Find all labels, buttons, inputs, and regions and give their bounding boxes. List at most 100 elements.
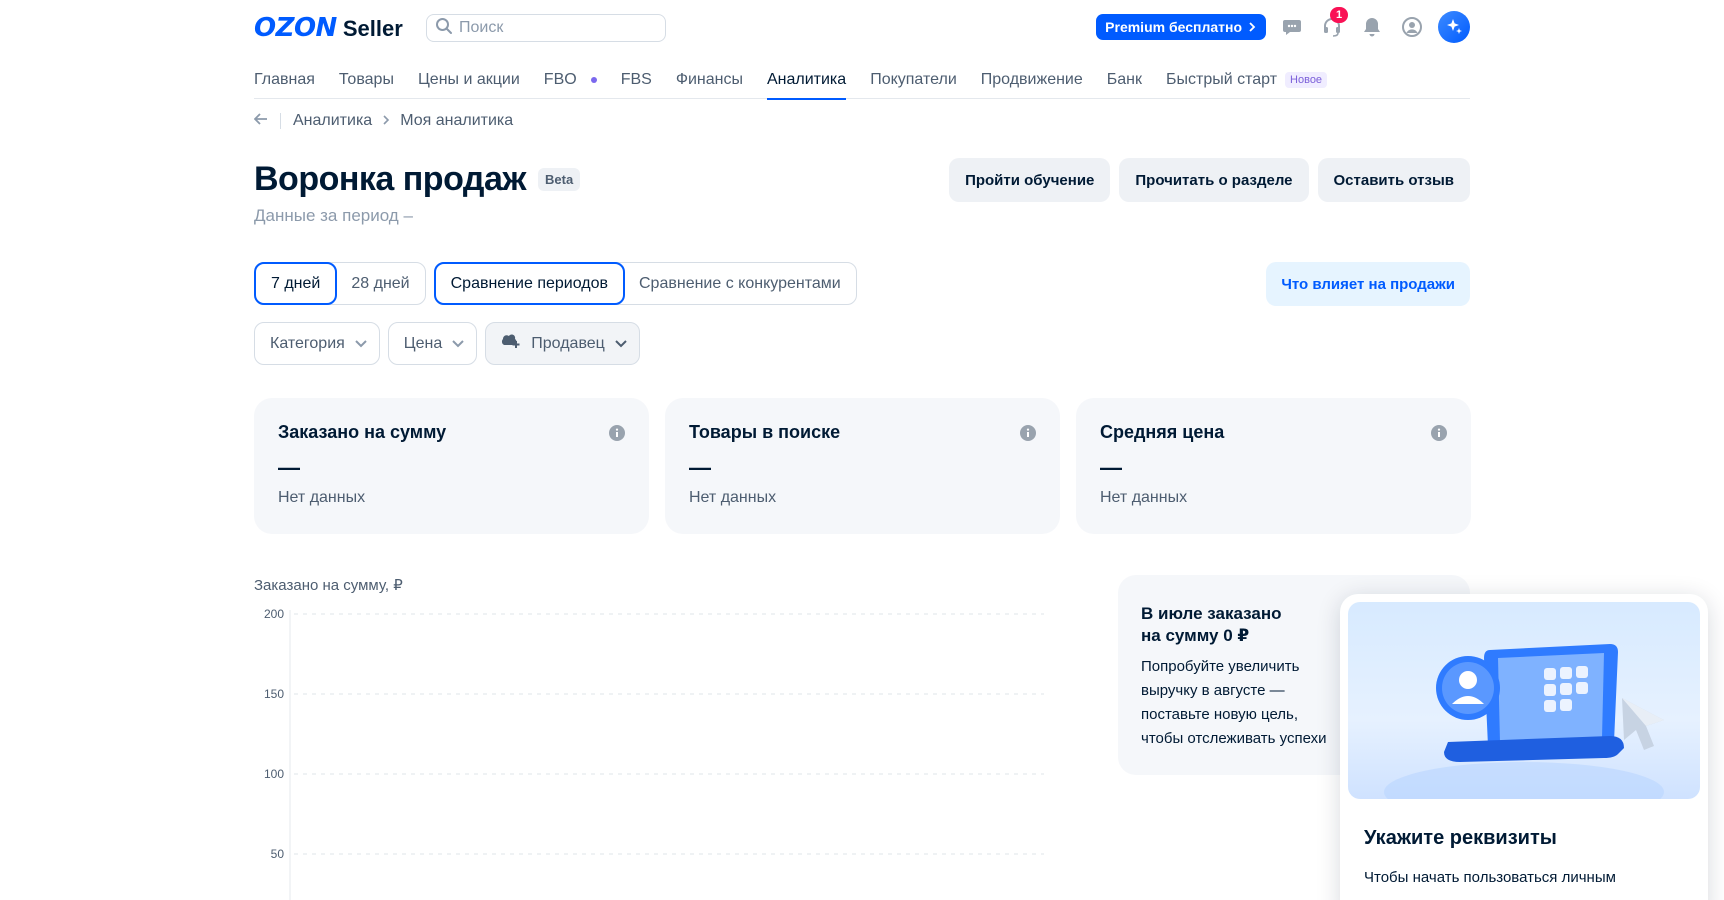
back-arrow-icon[interactable] <box>253 112 268 130</box>
seller-filter[interactable]: Продавец <box>485 322 640 365</box>
nav-finance[interactable]: Финансы <box>676 60 743 99</box>
sales-influence-button[interactable]: Что влияет на продажи <box>1266 262 1470 306</box>
kpi-card-items-in-search: Товары в поиске — Нет данных <box>665 398 1060 534</box>
chevron-right-icon <box>382 112 390 130</box>
nav-label: Покупатели <box>870 70 957 88</box>
read-about-button[interactable]: Прочитать о разделе <box>1119 158 1309 202</box>
support-headset-icon[interactable]: 1 <box>1318 7 1348 41</box>
y-tick-label: 200 <box>264 607 284 621</box>
training-button[interactable]: Пройти обучение <box>949 158 1111 202</box>
y-tick-label: 50 <box>271 847 285 861</box>
compare-competitors[interactable]: Сравнение с конкурентами <box>624 263 856 304</box>
promo-title: В июле заказано на сумму 0 ₽ <box>1141 604 1282 645</box>
category-filter[interactable]: Категория <box>254 322 380 365</box>
nav-fbo[interactable]: FBO <box>544 60 597 99</box>
page-subtitle: Данные за период – <box>254 206 413 225</box>
y-tick-label: 150 <box>264 687 284 701</box>
breadcrumb-my-analytics: Моя аналитика <box>400 112 514 129</box>
card-value: — <box>1100 455 1122 480</box>
nav-label: FBS <box>620 70 652 88</box>
premium-button[interactable]: Premium бесплатно <box>1096 14 1266 40</box>
nav-label: Банк <box>1106 70 1142 88</box>
breadcrumb-analytics[interactable]: Аналитика <box>293 112 372 130</box>
page-title: Воронка продаж <box>254 160 527 198</box>
notification-badge: 1 <box>1330 7 1348 23</box>
nav-label: Продвижение <box>980 70 1083 88</box>
filter-label: Продавец <box>531 334 605 352</box>
chevron-down-icon <box>452 335 464 353</box>
card-title: Заказано на сумму <box>278 422 447 442</box>
price-filter[interactable]: Цена <box>387 322 478 365</box>
breadcrumb-divider <box>280 113 281 129</box>
nav-label: FBO <box>543 70 577 88</box>
card-value: — <box>278 455 300 480</box>
kpi-card-ordered-sum: Заказано на сумму — Нет данных <box>254 398 649 534</box>
logo-product: Seller <box>342 16 403 41</box>
nav-bank[interactable]: Банк <box>1107 60 1142 99</box>
search-box[interactable] <box>426 14 666 42</box>
feedback-button[interactable]: Оставить отзыв <box>1317 158 1470 202</box>
period-7-days[interactable]: 7 дней <box>254 262 338 305</box>
nav-label: Финансы <box>675 70 743 88</box>
card-title: Товары в поиске <box>689 422 841 442</box>
page-actions: Пройти обучение Прочитать о разделе Оста… <box>949 158 1470 202</box>
y-tick-label: 100 <box>264 767 284 781</box>
info-icon[interactable] <box>1020 425 1036 446</box>
card-subtitle: Нет данных <box>689 489 777 506</box>
promo-text: Попробуйте увеличить выручку в августе —… <box>1141 658 1327 747</box>
search-icon <box>435 17 453 40</box>
card-value: — <box>689 455 711 480</box>
info-icon[interactable] <box>609 425 625 446</box>
main-nav: Главная Товары Цены и акции FBO FBS Фина… <box>254 60 1470 100</box>
profile-icon[interactable] <box>1398 13 1426 41</box>
popup-text: Чтобы начать пользоваться личным <box>1364 869 1616 886</box>
laptop-illustration <box>1348 602 1700 799</box>
nav-label: Главная <box>254 70 315 88</box>
chart-y-label: Заказано на сумму, ₽ <box>254 577 403 594</box>
chevron-right-icon <box>1248 19 1256 35</box>
nav-label: Цены и акции <box>417 70 520 88</box>
nav-products[interactable]: Товары <box>339 60 394 99</box>
seller-plus-icon <box>501 333 521 354</box>
compare-switch: Сравнение периодов Сравнение с конкурент… <box>433 262 857 305</box>
kpi-cards: Заказано на сумму — Нет данных Товары в … <box>254 398 1471 534</box>
logo-brand: OZON <box>254 13 337 43</box>
nav-label: Аналитика <box>766 70 847 88</box>
kpi-card-average-price: Средняя цена — Нет данных <box>1076 398 1471 534</box>
chevron-down-icon <box>615 335 627 353</box>
chevron-down-icon <box>355 335 367 353</box>
nav-quick-start[interactable]: Быстрый старт Новое <box>1166 60 1328 99</box>
new-badge: Новое <box>1285 71 1328 88</box>
filter-label: Категория <box>270 334 345 352</box>
nav-label: Товары <box>338 70 394 88</box>
filter-label: Цена <box>403 334 443 352</box>
nav-prices[interactable]: Цены и акции <box>418 60 520 99</box>
premium-label: Premium бесплатно <box>1105 19 1242 35</box>
period-switch: 7 дней 28 дней <box>254 262 426 305</box>
search-input[interactable] <box>459 19 649 37</box>
nav-customers[interactable]: Покупатели <box>870 60 957 99</box>
top-header: OZON Seller Premium бесплатно 1 <box>254 0 1470 56</box>
breadcrumb: Аналитика Моя аналитика <box>253 112 514 130</box>
card-subtitle: Нет данных <box>278 489 366 506</box>
chat-icon[interactable] <box>1278 13 1306 41</box>
nav-analytics[interactable]: Аналитика <box>766 60 847 100</box>
info-icon[interactable] <box>1431 425 1447 446</box>
nav-fbs[interactable]: FBS <box>621 60 652 99</box>
bell-icon[interactable] <box>1358 13 1386 41</box>
requisites-popup[interactable]: Укажите реквизиты Чтобы начать пользоват… <box>1340 594 1708 900</box>
segment-controls: 7 дней 28 дней Сравнение периодов Сравне… <box>254 262 857 305</box>
card-title: Средняя цена <box>1100 422 1225 442</box>
page-header: Воронка продаж Beta <box>254 160 581 199</box>
filters: Категория Цена Продавец <box>254 322 640 365</box>
nav-home[interactable]: Главная <box>254 60 315 99</box>
popup-title: Укажите реквизиты <box>1364 827 1557 849</box>
nav-promotion[interactable]: Продвижение <box>981 60 1083 99</box>
ordered-sum-chart: 200 150 100 50 <box>264 607 1044 900</box>
ozon-seller-logo[interactable]: OZON Seller <box>254 13 403 43</box>
card-subtitle: Нет данных <box>1100 489 1188 506</box>
nav-label: Быстрый старт <box>1166 70 1278 88</box>
compare-periods[interactable]: Сравнение периодов <box>433 262 625 305</box>
period-28-days[interactable]: 28 дней <box>336 263 424 304</box>
ai-assistant-icon[interactable] <box>1438 11 1470 43</box>
